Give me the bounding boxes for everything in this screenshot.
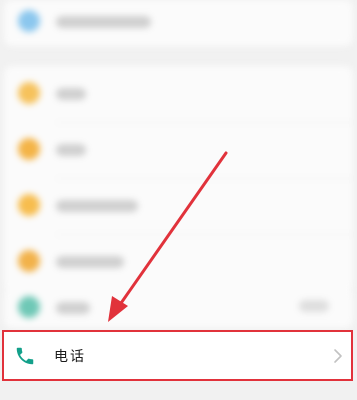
settings-item-icon bbox=[18, 296, 40, 318]
phone-icon bbox=[16, 347, 34, 365]
settings-row[interactable] bbox=[4, 236, 353, 286]
settings-row[interactable] bbox=[4, 68, 353, 118]
settings-row[interactable] bbox=[4, 0, 353, 46]
settings-group-top bbox=[4, 0, 353, 46]
settings-row[interactable] bbox=[4, 124, 353, 174]
settings-item-phone[interactable]: 电话 bbox=[2, 330, 353, 381]
settings-item-icon bbox=[18, 194, 40, 216]
settings-group-bottom bbox=[4, 288, 353, 328]
settings-screen: 电话 bbox=[0, 0, 357, 400]
chevron-right-icon bbox=[334, 349, 342, 363]
settings-item-icon bbox=[18, 82, 40, 104]
phone-item-label: 电话 bbox=[54, 349, 86, 365]
settings-item-badge bbox=[299, 300, 329, 312]
settings-row[interactable] bbox=[4, 180, 353, 230]
blurred-settings-list bbox=[0, 0, 357, 328]
settings-row[interactable] bbox=[4, 282, 353, 332]
settings-item-icon bbox=[18, 138, 40, 160]
settings-item-icon bbox=[18, 250, 40, 272]
settings-group-middle bbox=[4, 66, 353, 292]
settings-item-icon bbox=[18, 10, 40, 32]
